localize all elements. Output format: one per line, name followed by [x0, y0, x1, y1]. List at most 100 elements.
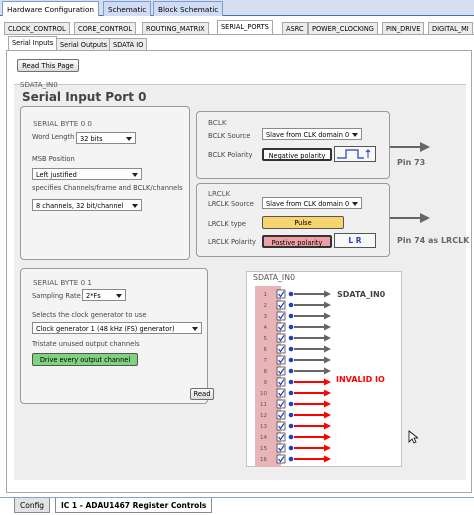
- lrclk-source-select[interactable]: Slave from CLK domain 0: [262, 197, 362, 209]
- lrclk-source-label: LRCLK Source: [208, 200, 254, 208]
- chevron-down-icon: [116, 294, 122, 298]
- tab-block-schematic[interactable]: Block Schematic: [153, 1, 224, 16]
- channel-dot: [288, 335, 294, 341]
- read-button[interactable]: Read: [190, 388, 214, 400]
- tab-routing-matrix[interactable]: ROUTING_MATRIX: [142, 22, 209, 34]
- tab-clock-control[interactable]: CLOCK_CONTROL: [4, 22, 70, 34]
- bclk-polarity-label: BCLK Polarity: [208, 151, 253, 159]
- tristate-label: Tristate unused output channels: [32, 340, 140, 348]
- serial-byte-0-title: SERIAL BYTE 0 0: [33, 119, 92, 128]
- tab-asrc[interactable]: ASRC: [282, 22, 308, 34]
- channel-number: 9: [264, 380, 268, 386]
- channel-arrow-head: [324, 422, 331, 430]
- channel-dot: [288, 357, 294, 363]
- invalid-channels-label: INVALID IO: [336, 375, 385, 384]
- read-this-page-button[interactable]: Read This Page: [17, 59, 79, 72]
- channel-arrow-head: [324, 290, 331, 298]
- channel-dot: [288, 412, 294, 418]
- negative-edge-icon: [334, 146, 376, 162]
- lrclk-type-button[interactable]: Pulse: [262, 216, 344, 229]
- lrclk-polarity-button[interactable]: Postive polarity: [262, 235, 332, 248]
- tab-serial-ports[interactable]: SERIAL_PORTS: [217, 20, 273, 34]
- channel-dot: [288, 324, 294, 330]
- channel-number: 2: [264, 303, 268, 309]
- msb-position-select[interactable]: Left justified: [32, 168, 142, 180]
- chevron-down-icon: [126, 137, 132, 141]
- channel-arrow-head: [324, 367, 331, 375]
- document-tab-bar: Hardware Configuration Schematic Block S…: [0, 0, 474, 16]
- clock-generator-value: Clock generator 1 (48 kHz (FS) generator…: [36, 325, 175, 333]
- channel-arrow-head: [324, 334, 331, 342]
- channel-number: 3: [264, 314, 268, 320]
- channel-arrow-head: [324, 312, 331, 320]
- channels-frame-select[interactable]: 8 channels, 32 bit/channel: [32, 199, 142, 211]
- serial-byte-1-title: SERIAL BYTE 0 1: [33, 278, 92, 287]
- channels-frame-value: 8 channels, 32 bit/channel: [36, 202, 124, 210]
- chevron-down-icon: [132, 173, 138, 177]
- tab-sdata-io[interactable]: SDATA IO: [109, 38, 148, 50]
- channel-number: 8: [264, 369, 268, 375]
- channel-arrow-head: [324, 433, 331, 441]
- tab-schematic[interactable]: Schematic: [103, 1, 152, 16]
- lrclk-pin-arrow: [390, 213, 430, 223]
- tab-register-controls[interactable]: IC 1 - ADAU1467 Register Controls: [55, 498, 213, 513]
- register-tab-bar: CLOCK_CONTROL CORE_CONTROL ROUTING_MATRI…: [4, 20, 474, 34]
- channel-number: 15: [260, 446, 267, 452]
- tab-config[interactable]: Config: [14, 498, 51, 513]
- channel-number: 5: [264, 336, 268, 342]
- channel-dot: [288, 368, 294, 374]
- bclk-title: BCLK: [208, 118, 227, 127]
- drive-every-channel-button[interactable]: Drive every output channel: [32, 353, 138, 366]
- tab-core-control[interactable]: CORE_CONTROL: [74, 22, 137, 34]
- channel-dot: [288, 434, 294, 440]
- channel-dot: [288, 379, 294, 385]
- channel-arrow-head: [324, 323, 331, 331]
- channel-arrow-head: [324, 345, 331, 353]
- lr-channel-icon: L R: [334, 233, 376, 248]
- bclk-polarity-button[interactable]: Negative polarity: [262, 148, 332, 161]
- tab-serial-outputs[interactable]: Serial Outputs: [56, 38, 112, 50]
- channel-diagram: 12345678910111213141516: [255, 286, 331, 467]
- channel-arrow-head: [324, 389, 331, 397]
- sampling-rate-select[interactable]: 2*Fs: [82, 289, 126, 301]
- channel-dot: [288, 346, 294, 352]
- word-length-select[interactable]: 32 bits: [76, 132, 136, 144]
- lrclk-source-value: Slave from CLK domain 0: [266, 200, 350, 208]
- channel-arrow-head: [324, 378, 331, 386]
- port-small-title: SDATA_IN0: [20, 81, 58, 89]
- chevron-down-icon: [352, 202, 358, 206]
- tab-digital-mi[interactable]: DIGITAL_MI: [428, 22, 473, 34]
- channel-dot: [288, 445, 294, 451]
- msb-position-label: MSB Position: [32, 155, 75, 163]
- bottom-tab-bar: Config IC 1 - ADAU1467 Register Controls: [0, 497, 474, 515]
- chevron-down-icon: [132, 204, 138, 208]
- tab-serial-inputs[interactable]: Serial Inputs: [8, 36, 58, 50]
- channel-number: 1: [264, 292, 268, 298]
- channel-number: 4: [264, 325, 268, 331]
- tab-pin-drive[interactable]: PIN_DRIVE: [382, 22, 425, 34]
- clock-generator-select[interactable]: Clock generator 1 (48 kHz (FS) generator…: [32, 322, 202, 334]
- channel-dot: [288, 313, 294, 319]
- channel-dot: [288, 401, 294, 407]
- channel-dot: [288, 423, 294, 429]
- clock-generator-label: Selects the clock generator to use: [32, 311, 147, 319]
- bclk-source-select[interactable]: Slave from CLK domain 0: [262, 128, 362, 140]
- channel-dot: [288, 291, 294, 297]
- channel-number: 14: [260, 435, 267, 441]
- serial-byte-0-group: [20, 106, 190, 260]
- lrclk-pin-label: Pin 74 as LRCLK: [397, 236, 470, 245]
- lrclk-polarity-label: LRCLK Polarity: [208, 238, 256, 246]
- chevron-down-icon: [192, 327, 198, 331]
- channel-arrow-head: [324, 455, 331, 463]
- tab-hardware-configuration[interactable]: Hardware Configuration: [2, 1, 100, 16]
- channel-number: 7: [264, 358, 268, 364]
- channel-number: 10: [260, 391, 267, 397]
- channel-arrow-head: [324, 444, 331, 452]
- channel-number: 11: [260, 402, 267, 408]
- chevron-down-icon: [352, 133, 358, 137]
- app-window: Hardware Configuration Schematic Block S…: [0, 0, 474, 515]
- channel-number: 13: [260, 424, 267, 430]
- lrclk-title: LRCLK: [208, 189, 231, 198]
- bclk-source-value: Slave from CLK domain 0: [266, 131, 350, 139]
- tab-power-clocking[interactable]: POWER_CLOCKING: [308, 22, 378, 34]
